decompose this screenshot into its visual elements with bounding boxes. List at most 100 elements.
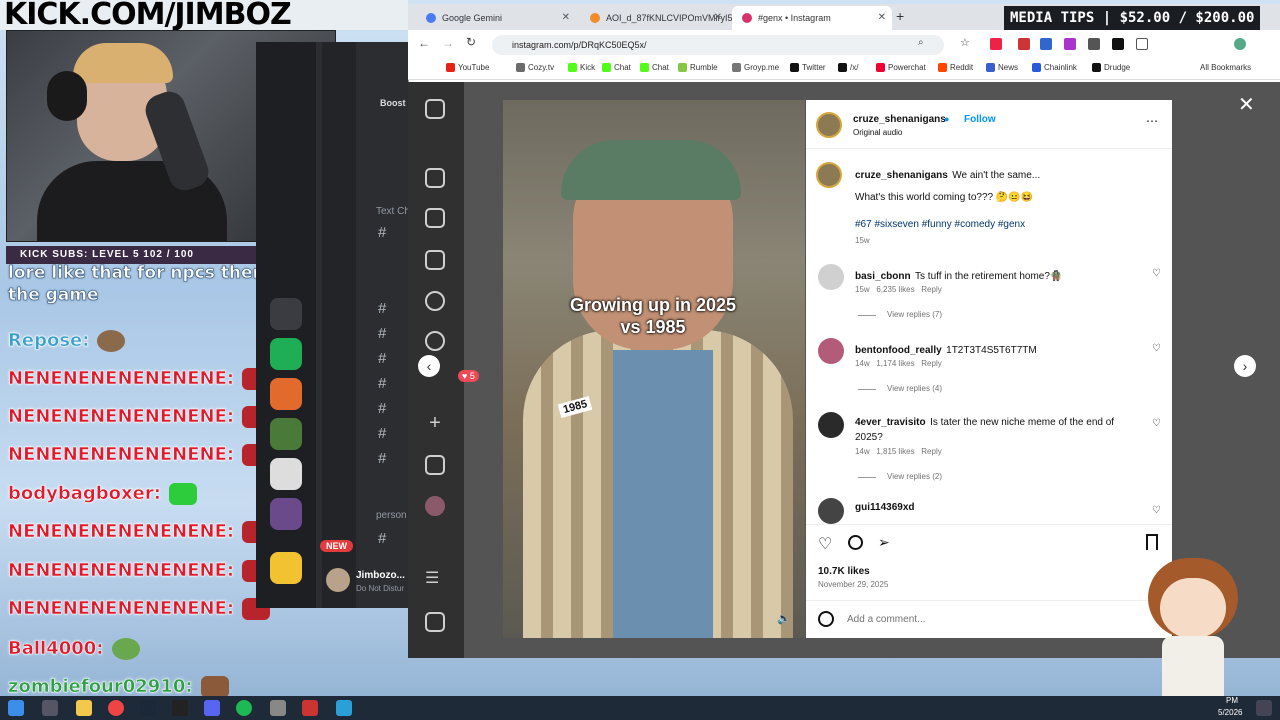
bookmark-reddit[interactable]: Reddit	[938, 63, 973, 72]
zoom-icon[interactable]: ⌕	[918, 37, 924, 48]
tab-instagram[interactable]: #genx • Instagram ✕	[732, 6, 892, 30]
close-tab-icon[interactable]: ✕	[714, 6, 722, 30]
view-replies[interactable]: View replies (2)	[887, 472, 942, 481]
bookmark-groyp-me[interactable]: Groyp.me	[732, 63, 779, 72]
tab-aoi[interactable]: AOI_d_87fKNLCVIPOmVMiryI5u ✕	[580, 6, 738, 30]
clock-time[interactable]: PM	[1226, 696, 1238, 705]
comment-input[interactable]: Add a comment...	[847, 614, 925, 625]
view-replies[interactable]: View replies (4)	[887, 384, 942, 393]
like-comment-icon[interactable]: ♡	[1152, 418, 1161, 429]
follow-button[interactable]: Follow	[964, 114, 996, 125]
bookmark-x[interactable]: /x/	[838, 63, 858, 72]
extension-icon[interactable]	[1064, 38, 1076, 50]
profile-icon[interactable]	[1234, 38, 1246, 50]
bookmark-chat[interactable]: Chat	[602, 63, 631, 72]
puzzle-icon[interactable]	[1136, 38, 1148, 50]
emoji-icon[interactable]	[818, 611, 834, 627]
discord-icon[interactable]	[204, 700, 220, 716]
likes-count[interactable]: 10.7K likes	[818, 566, 870, 577]
terminal-icon[interactable]	[172, 700, 188, 716]
bookmark-chat[interactable]: Chat	[640, 63, 669, 72]
profile-avatar-icon[interactable]	[425, 496, 445, 516]
messages-icon[interactable]	[425, 250, 445, 270]
extension-icon[interactable]	[1040, 38, 1052, 50]
bookmark-powerchat[interactable]: Powerchat	[876, 63, 926, 72]
instagram-logo-icon[interactable]	[425, 99, 445, 119]
chrome-icon[interactable]	[108, 700, 124, 716]
like-comment-icon[interactable]: ♡	[1152, 343, 1161, 354]
notifications-icon[interactable]	[1256, 700, 1272, 716]
author-avatar[interactable]	[816, 112, 842, 138]
spotify-icon[interactable]	[236, 700, 252, 716]
reel-video[interactable]: 1985 Growing up in 2025 vs 1985 🔈	[503, 100, 805, 638]
discord-username[interactable]: Jimbozo...	[356, 570, 405, 581]
channel-hash-icon[interactable]: #	[378, 224, 386, 241]
folder-icon[interactable]	[270, 298, 302, 330]
channel-hash-icon[interactable]: #	[378, 425, 386, 442]
app-icon[interactable]	[270, 700, 286, 716]
more-options-icon[interactable]: ⋯	[1146, 114, 1158, 128]
previous-post-icon[interactable]: ‹	[418, 355, 440, 377]
server-icon[interactable]	[270, 552, 302, 584]
forward-icon[interactable]: →	[442, 36, 454, 50]
channel-hash-icon[interactable]: #	[378, 300, 386, 317]
create-icon[interactable]: +	[425, 413, 445, 434]
home-icon[interactable]	[425, 168, 445, 188]
comment-user[interactable]: gui114369xd	[855, 502, 914, 513]
url-bar[interactable]: instagram.com/p/DRqKC50EQ5x/	[492, 35, 944, 55]
like-comment-icon[interactable]: ♡	[1152, 268, 1161, 279]
clock-date[interactable]: 5/2026	[1218, 708, 1242, 717]
dashboard-icon[interactable]	[425, 455, 445, 475]
comment-avatar[interactable]	[818, 498, 844, 524]
close-tab-icon[interactable]: ✕	[562, 6, 570, 30]
next-post-icon[interactable]: ›	[1234, 355, 1256, 377]
all-bookmarks[interactable]: All Bookmarks	[1200, 63, 1251, 72]
file-explorer-icon[interactable]	[76, 700, 92, 716]
bookmark-kick[interactable]: Kick	[568, 63, 595, 72]
comment-icon[interactable]	[848, 535, 863, 550]
app-icon[interactable]	[302, 700, 318, 716]
channel-hash-icon[interactable]: #	[378, 325, 386, 342]
channel-hash-icon[interactable]: #	[378, 375, 386, 392]
bookmark-drudge[interactable]: Drudge	[1092, 63, 1130, 72]
channel-hash-icon[interactable]: #	[378, 350, 386, 367]
channel-hash-icon[interactable]: #	[378, 530, 386, 547]
bookmark-youtube[interactable]: YouTube	[446, 63, 489, 72]
telegram-icon[interactable]	[336, 700, 352, 716]
caption-avatar[interactable]	[816, 162, 842, 188]
share-icon[interactable]: ➢	[878, 534, 890, 551]
hashtags[interactable]: #67 #sixseven #funny #comedy #genx	[855, 219, 1025, 230]
menu-icon[interactable]: ☰	[425, 570, 445, 590]
server-icon[interactable]	[270, 498, 302, 530]
bookmark-server-icon[interactable]	[270, 338, 302, 370]
channel-hash-icon[interactable]: #	[378, 450, 386, 467]
server-icon[interactable]	[270, 378, 302, 410]
bookmark-cozy-tv[interactable]: Cozy.tv	[516, 63, 554, 72]
server-icon[interactable]	[270, 418, 302, 450]
x-extension-icon[interactable]	[1112, 38, 1124, 50]
like-comment-icon[interactable]: ♡	[1152, 505, 1161, 516]
steam-icon[interactable]	[140, 700, 156, 716]
reels-icon[interactable]	[425, 208, 445, 228]
post-author[interactable]: cruze_shenanigans	[853, 114, 946, 125]
back-icon[interactable]: ←	[418, 36, 430, 50]
user-avatar[interactable]	[326, 568, 350, 592]
bookmark-chainlink[interactable]: Chainlink	[1032, 63, 1077, 72]
new-tab-button[interactable]: +	[896, 8, 904, 24]
close-tab-icon[interactable]: ✕	[878, 6, 886, 30]
extension-icon[interactable]	[1018, 38, 1030, 50]
tab-gemini[interactable]: Google Gemini ✕	[416, 6, 576, 30]
view-replies[interactable]: View replies (7)	[887, 310, 942, 319]
windows-start-icon[interactable]	[8, 700, 24, 716]
bookmark-rumble[interactable]: Rumble	[678, 63, 718, 72]
bookmark-news[interactable]: News	[986, 63, 1018, 72]
reload-icon[interactable]: ↻	[466, 35, 476, 49]
server-icon[interactable]	[270, 458, 302, 490]
bookmark-twitter[interactable]: Twitter	[790, 63, 826, 72]
mute-icon[interactable]: 🔈	[777, 612, 791, 625]
extension-icon[interactable]	[990, 38, 1002, 50]
comment-avatar[interactable]	[818, 412, 844, 438]
task-view-icon[interactable]	[42, 700, 58, 716]
star-icon[interactable]: ☆	[960, 36, 970, 49]
audio-label[interactable]: Original audio	[853, 128, 902, 137]
